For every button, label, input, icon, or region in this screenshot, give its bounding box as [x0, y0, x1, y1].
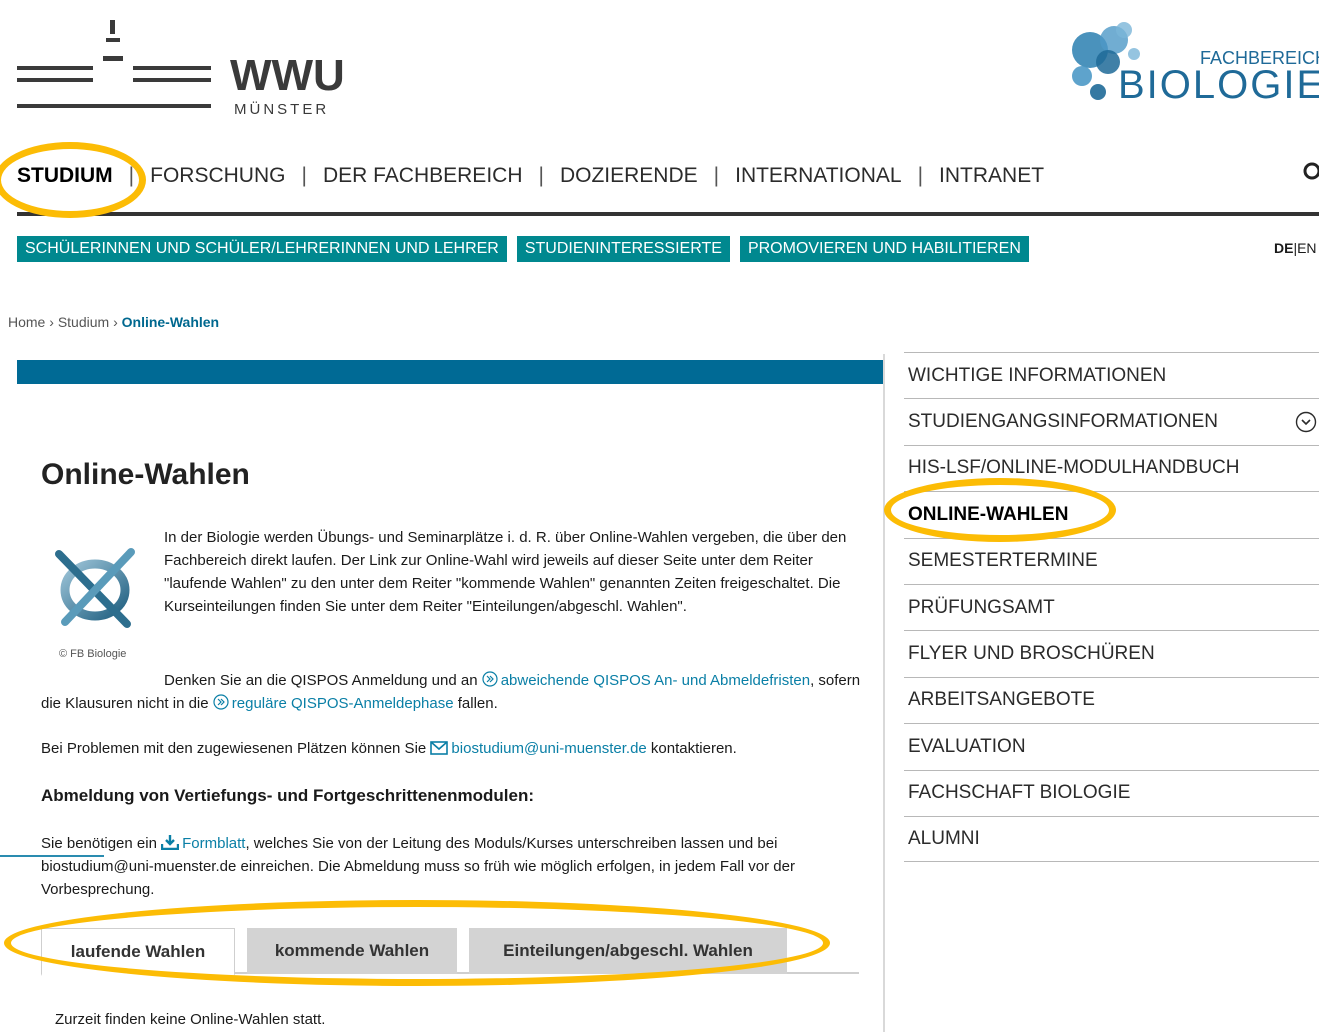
sidebar-item-pruefungsamt[interactable]: PRÜFUNGSAMT	[904, 583, 1319, 630]
qispos-link-deadlines-label: abweichende QISPOS An- und Abmeldefriste…	[500, 672, 811, 689]
online-wahlen-image	[55, 548, 135, 628]
language-switch: DE|EN	[1274, 240, 1317, 256]
qispos-link-phase[interactable]: reguläre QISPOS-Anmeldephase	[213, 694, 454, 712]
nav-separator: |	[713, 164, 720, 187]
sidebar-item-label: PRÜFUNGSAMT	[908, 596, 1055, 618]
sidebar-item-fachschaft[interactable]: FACHSCHAFT BIOLOGIE	[904, 769, 1319, 816]
qispos-link-phase-label: reguläre QISPOS-Anmeldephase	[231, 695, 454, 712]
external-link-icon	[213, 694, 229, 710]
subnav-studieninteressierte[interactable]: STUDIENINTERESSIERTE	[516, 236, 730, 262]
intro-text: In der Biologie werden Übungs- und Semin…	[164, 529, 847, 615]
qispos-text: Denken Sie an die QISPOS Anmeldung und a…	[41, 669, 861, 715]
sidebar-item-label: FACHSCHAFT BIOLOGIE	[908, 782, 1131, 804]
sidebar-item-alumni[interactable]: ALUMNI	[904, 815, 1319, 863]
sidebar-item-flyer[interactable]: FLYER UND BROSCHÜREN	[904, 630, 1319, 676]
problems-text: Bei Problemen mit den zugewiesenen Plätz…	[41, 737, 871, 760]
sidebar-item-wichtige-informationen[interactable]: WICHTIGE INFORMATIONEN	[904, 352, 1319, 398]
content-header-bar	[17, 360, 883, 384]
sidebar-item-label: ARBEITSANGEBOTE	[908, 689, 1095, 711]
sidebar-item-label: EVALUATION	[908, 735, 1026, 757]
subnav-schueler[interactable]: SCHÜLERINNEN UND SCHÜLER/LEHRERINNEN UND…	[17, 236, 507, 262]
email-link-label: biostudium@uni-muenster.de	[451, 740, 647, 757]
tab-einteilungen[interactable]: Einteilungen/abgeschl. Wahlen	[469, 928, 787, 974]
sidebar-item-label: FLYER UND BROSCHÜREN	[908, 643, 1155, 665]
chevron-down-icon[interactable]	[1295, 411, 1317, 433]
sidebar-item-label: ALUMNI	[908, 828, 980, 850]
lang-de[interactable]: DE	[1274, 240, 1293, 256]
wwu-name: WWU	[230, 51, 345, 100]
sub-navigation: SCHÜLERINNEN UND SCHÜLER/LEHRERINNEN UND…	[17, 236, 1029, 262]
nav-international[interactable]: INTERNATIONAL	[735, 164, 901, 188]
image-caption: © FB Biologie	[59, 648, 127, 660]
nav-studium[interactable]: STUDIUM	[17, 164, 113, 188]
sidebar-item-label: SEMESTERTERMINE	[908, 550, 1098, 572]
breadcrumb-separator: ›	[113, 314, 118, 330]
nav-der-fachbereich[interactable]: DER FACHBEREICH	[323, 164, 523, 188]
search-icon[interactable]	[1300, 158, 1319, 188]
wwu-logo[interactable]: WWU MÜNSTER	[0, 14, 360, 124]
formblatt-link[interactable]: Formblatt	[161, 835, 245, 852]
tab-kommende-wahlen[interactable]: kommende Wahlen	[247, 928, 457, 974]
wwu-city: MÜNSTER	[234, 100, 329, 118]
nav-separator: |	[538, 164, 544, 187]
nav-separator: |	[917, 164, 924, 187]
sidebar: WICHTIGE INFORMATIONEN STUDIENGANGSINFOR…	[904, 352, 1319, 863]
abm-pre: Sie benötigen ein	[41, 835, 162, 852]
sidebar-item-evaluation[interactable]: EVALUATION	[904, 723, 1319, 769]
page-title: Online-Wahlen	[41, 458, 250, 491]
nav-dozierende[interactable]: DOZIERENDE	[560, 164, 698, 188]
download-icon	[161, 835, 180, 850]
tab-laufende-wahlen[interactable]: laufende Wahlen	[41, 928, 235, 976]
problems-pre: Bei Problemen mit den zugewiesenen Plätz…	[41, 740, 431, 757]
abmeldung-text: Sie benötigen ein Formblatt, welches Sie…	[41, 832, 861, 901]
nav-separator: |	[128, 164, 135, 187]
sidebar-item-arbeitsangebote[interactable]: ARBEITSANGEBOTE	[904, 676, 1319, 723]
bio-name: BIOLOGIE	[1118, 63, 1319, 107]
email-link[interactable]: biostudium@uni-muenster.de	[430, 740, 647, 757]
nav-separator: |	[301, 164, 307, 187]
breadcrumb: Home › Studium › Online-Wahlen	[8, 314, 219, 330]
nav-intranet[interactable]: INTRANET	[939, 164, 1044, 188]
no-elections-text: Zurzeit finden keine Online-Wahlen statt…	[55, 1011, 326, 1028]
sidebar-item-label: HIS-LSF/ONLINE-MODULHANDBUCH	[908, 457, 1240, 479]
sidebar-item-studiengangsinformationen[interactable]: STUDIENGANGSINFORMATIONEN	[904, 398, 1319, 444]
lang-en[interactable]: EN	[1297, 240, 1316, 256]
sidebar-item-semestertermine[interactable]: SEMESTERTERMINE	[904, 537, 1319, 584]
election-tabs: laufende Wahlen kommende Wahlen Einteilu…	[41, 928, 859, 976]
nav-divider	[17, 212, 1319, 216]
biologie-logo[interactable]: FACHBEREICH BIOLOGIE	[1062, 20, 1319, 110]
qispos-post: fallen.	[453, 695, 498, 712]
sidebar-item-his-lsf[interactable]: HIS-LSF/ONLINE-MODULHANDBUCH	[904, 444, 1319, 491]
main-navigation: STUDIUM | FORSCHUNG | DER FACHBEREICH | …	[17, 160, 1044, 192]
qispos-pre: Denken Sie an die QISPOS Anmeldung und a…	[164, 672, 482, 689]
abmeldung-heading: Abmeldung von Vertiefungs- und Fortgesch…	[41, 786, 535, 805]
sidebar-item-label: ONLINE-WAHLEN	[908, 503, 1069, 525]
subnav-promovieren[interactable]: PROMOVIEREN UND HABILITIEREN	[739, 236, 1029, 262]
formblatt-link-label: Formblatt	[182, 835, 246, 852]
decorative-line	[0, 855, 104, 857]
breadcrumb-separator: ›	[49, 314, 54, 330]
sidebar-item-label: WICHTIGE INFORMATIONEN	[908, 364, 1167, 386]
breadcrumb-home[interactable]: Home	[8, 314, 45, 330]
breadcrumb-current: Online-Wahlen	[121, 314, 220, 330]
envelope-icon	[430, 741, 449, 755]
problems-post: kontaktieren.	[646, 740, 737, 757]
qispos-link-deadlines[interactable]: abweichende QISPOS An- und Abmeldefriste…	[482, 671, 811, 689]
nav-forschung[interactable]: FORSCHUNG	[150, 164, 285, 188]
external-link-icon	[482, 671, 498, 687]
sidebar-item-online-wahlen[interactable]: ONLINE-WAHLEN	[904, 491, 1319, 537]
sidebar-item-label: STUDIENGANGSINFORMATIONEN	[908, 411, 1218, 433]
content-panel: Online-Wahlen © FB Biologie In der Biolo…	[17, 354, 885, 1032]
breadcrumb-studium[interactable]: Studium	[58, 314, 109, 330]
